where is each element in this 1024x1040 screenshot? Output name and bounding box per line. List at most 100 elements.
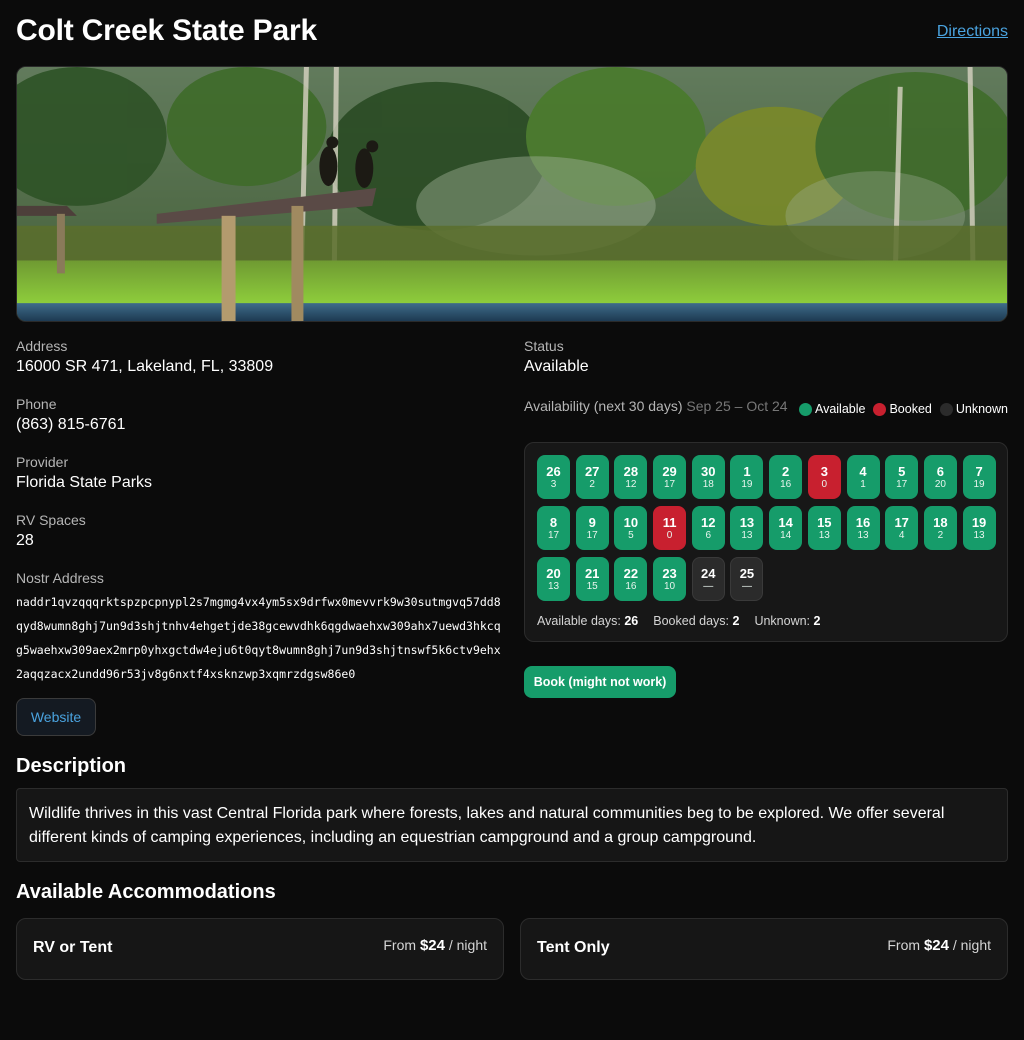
day-number: 4 xyxy=(859,463,867,479)
calendar-day-19[interactable]: 19 13 xyxy=(962,506,996,550)
available-days-summary: Available days: 26 xyxy=(537,614,638,628)
booked-dot-icon xyxy=(873,402,887,416)
page-title: Colt Creek State Park xyxy=(16,14,317,47)
price-unit: / night xyxy=(952,937,991,953)
available-days-count: 26 xyxy=(624,614,639,628)
unknown-days-count: 2 xyxy=(813,614,821,628)
address-value: 16000 SR 471, Lakeland, FL, 33809 xyxy=(16,358,274,375)
calendar-day-8[interactable]: 8 17 xyxy=(537,506,570,550)
day-number: 8 xyxy=(549,514,558,530)
calendar-day-24[interactable]: 24— xyxy=(691,557,725,601)
calendar-day-26[interactable]: 26 3 xyxy=(537,455,570,499)
day-number: 14 xyxy=(778,514,793,530)
unknown-days-label: Unknown: xyxy=(754,614,811,628)
calendar-day-16[interactable]: 16 13 xyxy=(846,506,880,550)
calendar-day-14[interactable]: 14 14 xyxy=(769,506,803,550)
calendar-day-6[interactable]: 6 20 xyxy=(923,455,957,499)
day-available-count: 0 xyxy=(666,529,673,541)
page-header: Colt Creek State Park Directions xyxy=(16,14,1008,54)
accommodations-heading: Available Accommodations xyxy=(16,881,276,903)
day-available-count: 17 xyxy=(664,478,676,490)
availability-title: Availability (next 30 days) Sep 25 – Oct… xyxy=(524,396,794,416)
nostr-address: naddr1qvzqqqrktspzpcpnypl2s7mgmg4vx4ym5s… xyxy=(16,595,501,681)
website-button[interactable]: Website xyxy=(16,698,96,736)
calendar-day-11[interactable]: 11 0 xyxy=(653,506,687,550)
availability-header: Availability (next 30 days) Sep 25 – Oct… xyxy=(524,396,1008,440)
day-number: 13 xyxy=(739,514,755,530)
calendar-day-18[interactable]: 18 2 xyxy=(923,506,957,550)
calendar-day-27[interactable]: 27 2 xyxy=(575,455,609,499)
unknown-days-summary: Unknown: 2 xyxy=(754,614,820,628)
booked-days-summary: Booked days: 2 xyxy=(653,614,739,628)
calendar-day-25[interactable]: 25— xyxy=(730,557,764,601)
calendar-day-23[interactable]: 23 10 xyxy=(653,557,687,601)
day-available-count: 3 xyxy=(550,478,557,490)
day-available-count: 12 xyxy=(625,478,637,490)
directions-link[interactable]: Directions xyxy=(937,23,1008,41)
day-number: 21 xyxy=(584,565,600,581)
calendar-day-1[interactable]: 1 19 xyxy=(730,455,764,499)
calendar-day-2[interactable]: 2 16 xyxy=(769,455,803,499)
day-available-count: 17 xyxy=(586,529,598,541)
calendar-day-12[interactable]: 12 6 xyxy=(691,506,725,550)
price-prefix: From xyxy=(383,937,417,953)
calendar-day-17[interactable]: 17 4 xyxy=(885,506,919,550)
calendar-day-30[interactable]: 30 18 xyxy=(691,455,725,499)
day-available-count: 2 xyxy=(937,529,944,541)
calendar-day-3[interactable]: 30 xyxy=(807,455,841,499)
calendar-day-7[interactable]: 7 19 xyxy=(962,455,996,499)
day-available-count: 13 xyxy=(857,529,869,541)
phone-value: (863) 815-6761 xyxy=(16,416,126,433)
unknown-dot-icon xyxy=(939,402,953,416)
book-button[interactable]: Book (might not work) xyxy=(524,666,676,698)
legend-available: Available xyxy=(798,402,865,416)
accommodation-card-tent-only[interactable]: Tent Only From $24 / night xyxy=(520,918,1008,980)
price-unit: / night xyxy=(448,937,487,953)
description-heading: Description xyxy=(16,755,127,777)
calendar-day-5[interactable]: 5 17 xyxy=(885,455,919,499)
nostr-label: Nostr Address xyxy=(16,570,104,586)
day-available-count: 10 xyxy=(664,580,676,592)
accommodation-card-rv-or-tent[interactable]: RV or Tent From $24 / night xyxy=(16,918,504,980)
day-number: 9 xyxy=(588,514,596,530)
day-number: 27 xyxy=(584,463,600,479)
calendar-day-20[interactable]: 20 13 xyxy=(537,557,570,601)
day-available-count: 6 xyxy=(705,529,712,541)
rv-spaces-value: 28 xyxy=(16,532,34,549)
day-number: 23 xyxy=(662,565,677,581)
calendar-day-10[interactable]: 10 5 xyxy=(614,506,648,550)
day-available-count: 13 xyxy=(741,529,753,541)
description-text: Wildlife thrives in this vast Central Fl… xyxy=(16,788,1008,862)
day-available-count: 13 xyxy=(818,529,830,541)
day-number: 2 xyxy=(782,463,790,479)
accommodation-price: From $24 / night xyxy=(383,937,487,954)
accommodation-price: From $24 / night xyxy=(887,937,991,954)
booked-days-label: Booked days: xyxy=(653,614,729,628)
calendar-grid: 26 3 27 2 28 12 29 17 30 18 1 19 2 16 3 0 4 1 5 17 6 20 7 19 8 17… xyxy=(537,455,996,601)
calendar-day-29[interactable]: 29 17 xyxy=(653,455,687,499)
day-number: 11 xyxy=(662,514,677,530)
day-available-count: 19 xyxy=(973,478,985,490)
day-number: 25 xyxy=(739,565,755,581)
price-amount: $24 xyxy=(923,937,949,954)
calendar-day-22[interactable]: 22 16 xyxy=(614,557,648,601)
calendar-day-28[interactable]: 28 12 xyxy=(614,455,648,499)
calendar-day-13[interactable]: 13 13 xyxy=(730,506,764,550)
calendar-day-15[interactable]: 15 13 xyxy=(807,506,841,550)
day-available-count: 16 xyxy=(780,478,792,490)
calendar-day-9[interactable]: 9 17 xyxy=(575,506,609,550)
price-amount: $24 xyxy=(419,937,445,954)
day-number: 18 xyxy=(933,514,948,530)
legend-booked: Booked xyxy=(873,402,932,416)
day-number: 12 xyxy=(701,514,716,530)
day-number: 24 xyxy=(701,565,716,581)
day-number: 29 xyxy=(662,463,677,479)
calendar-day-4[interactable]: 41 xyxy=(846,455,880,499)
park-details: Address 16000 SR 471, Lakeland, FL, 3380… xyxy=(16,338,506,686)
legend-unknown: Unknown xyxy=(939,402,1008,416)
status-label: Status xyxy=(524,338,564,354)
status-value: Available xyxy=(524,358,589,375)
day-available-count: 19 xyxy=(741,478,753,490)
calendar-day-21[interactable]: 21 15 xyxy=(575,557,609,601)
day-number: 3 xyxy=(820,463,828,479)
